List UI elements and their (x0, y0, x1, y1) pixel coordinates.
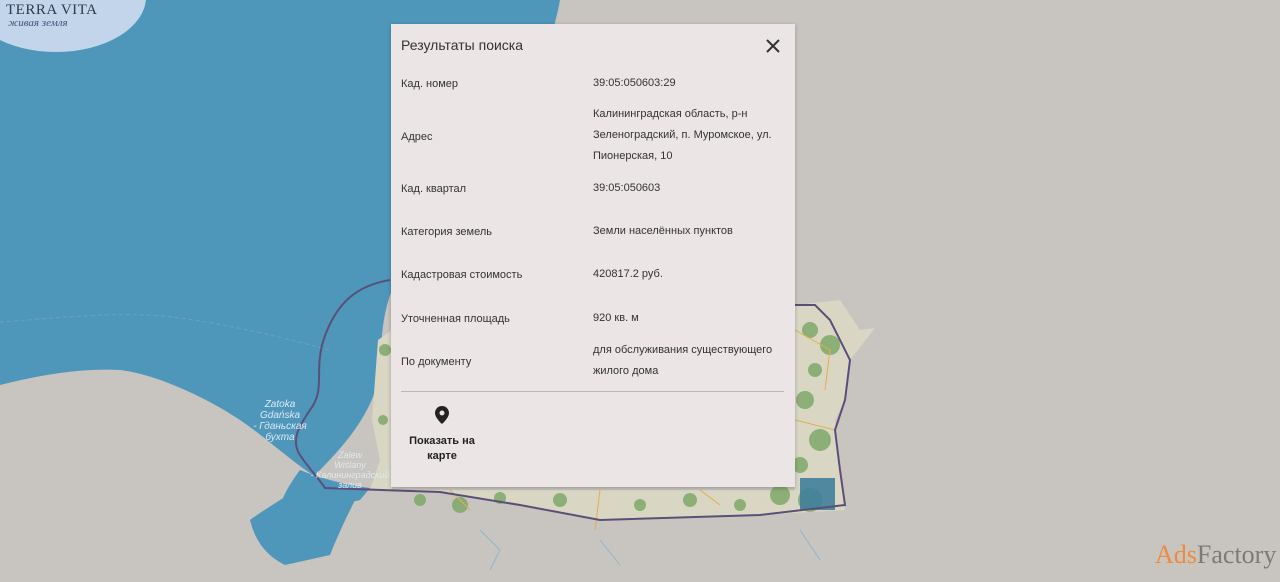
watermark-factory: Factory (1196, 540, 1277, 569)
row-key: Категория земель (401, 226, 492, 238)
map-label-zalew: Zalew Wiślany - Калининградский залив (310, 450, 390, 490)
search-results-panel: Результаты поиска Кад. номер 39:05:05060… (391, 24, 795, 487)
close-icon (766, 39, 780, 53)
row-key: Кадастровая стоимость (401, 269, 523, 281)
row-value: Калининградская область, р-н Зеленоградс… (593, 108, 772, 162)
map-pin-icon (435, 406, 449, 424)
row-key: Кад. номер (401, 78, 459, 90)
logo-tagline: живая земля (8, 17, 68, 29)
map-label-zatoka: Zatoka Gdańska - Гданьская бухта (253, 399, 307, 443)
watermark-ads: Ads (1155, 540, 1197, 569)
show-on-map-button[interactable]: Показать на карте (407, 405, 477, 464)
close-button[interactable] (762, 35, 784, 57)
row-value: 420817.2 руб. (593, 268, 663, 280)
row-value: 920 кв. м (593, 312, 639, 324)
row-value: для обслуживания существующего жилого до… (593, 344, 773, 377)
divider (401, 391, 784, 392)
row-key: Кад. квартал (401, 183, 467, 195)
row-key: По документу (401, 356, 472, 368)
row-value: Земли населённых пунктов (593, 225, 733, 237)
row-key: Уточненная площадь (401, 313, 510, 325)
watermark: AdsFactory (1155, 540, 1276, 570)
panel-title: Результаты поиска (401, 37, 524, 53)
show-on-map-label: Показать на карте (409, 435, 475, 462)
row-value: 39:05:050603:29 (593, 77, 676, 89)
logo-name: TERRA VITA (6, 2, 98, 18)
row-key: Адрес (401, 131, 433, 143)
brand-logo: TERRA VITA живая земля (0, 0, 146, 52)
row-value: 39:05:050603 (593, 182, 661, 194)
